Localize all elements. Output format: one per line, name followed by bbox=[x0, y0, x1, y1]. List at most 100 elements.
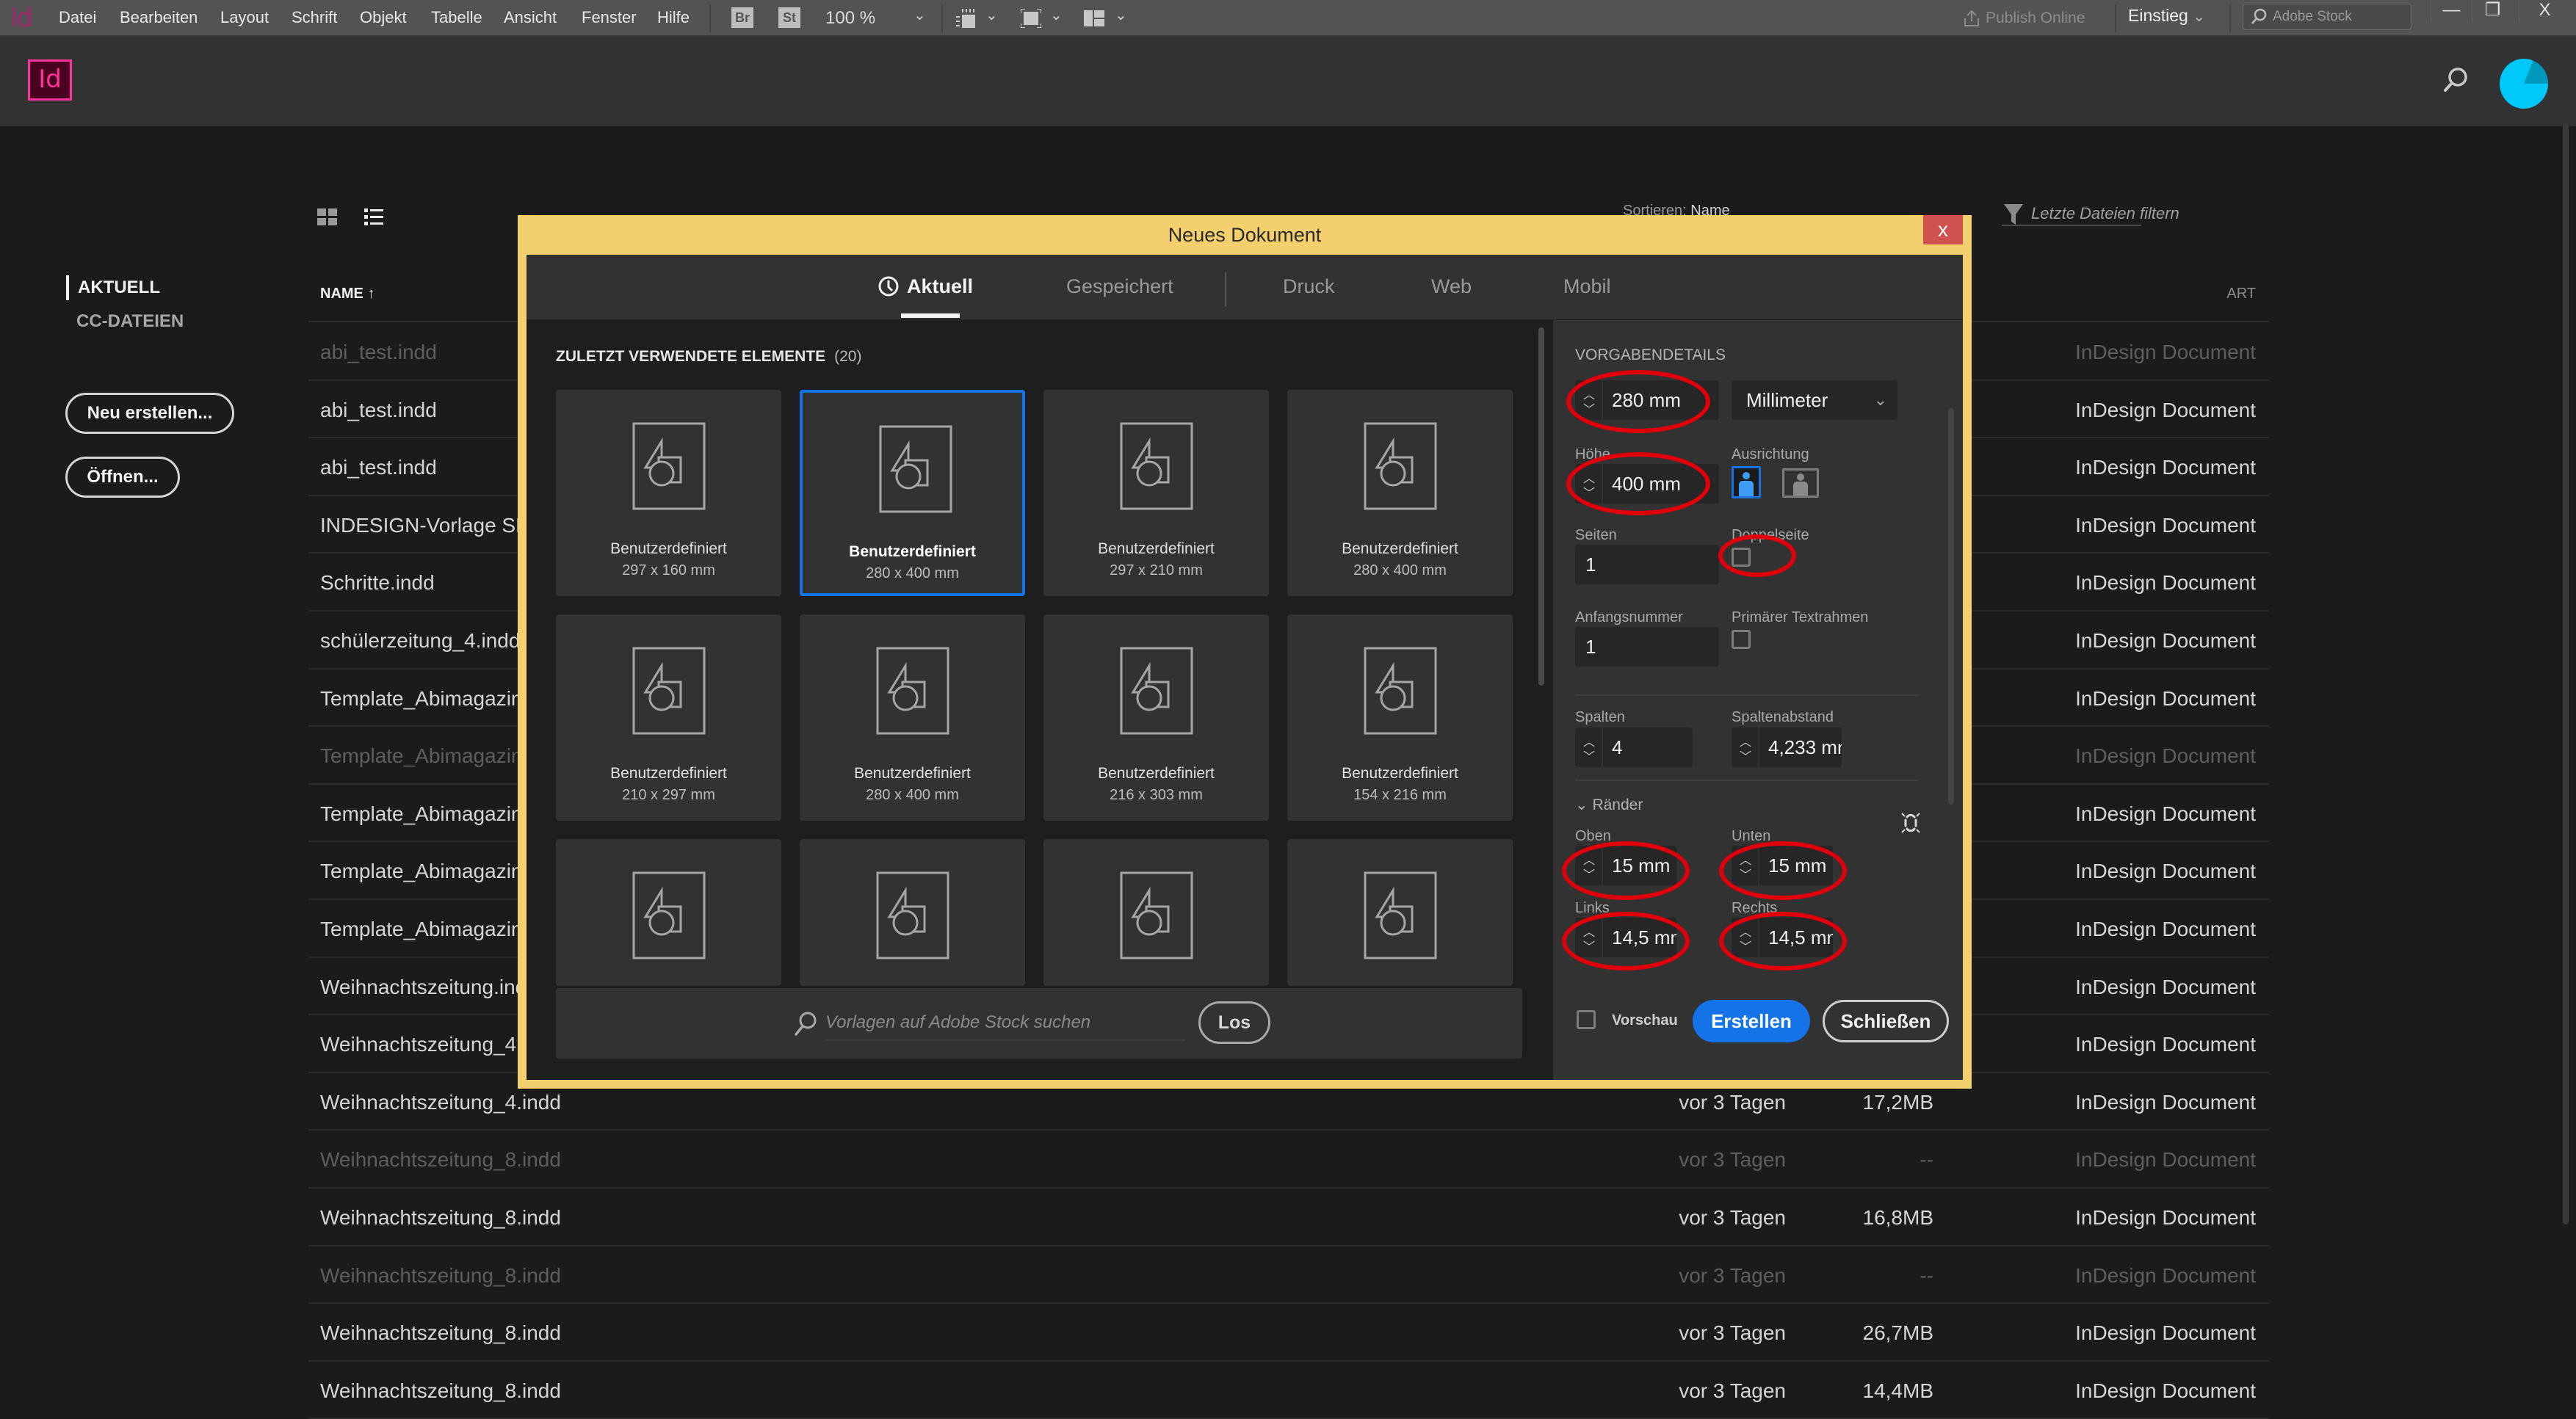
file-row[interactable]: Weihnachtszeitung_8.indd vor 3 Tagen -- InD… bbox=[308, 1246, 2269, 1304]
margin-bottom-stepper-arrows[interactable]: ︿ ﹀ bbox=[1732, 846, 1759, 885]
width-input[interactable] bbox=[1603, 380, 1719, 420]
unit-dropdown[interactable]: Millimeter ⌄ bbox=[1732, 380, 1897, 420]
screen-mode-chevron-icon[interactable]: ⌄ bbox=[1050, 6, 1063, 24]
menu-fenster[interactable]: Fenster bbox=[582, 8, 637, 27]
arrange-chevron-icon[interactable]: ⌄ bbox=[1115, 6, 1127, 24]
search-icon[interactable] bbox=[2438, 63, 2473, 98]
column-header-name[interactable]: NAME ↑ bbox=[320, 286, 375, 302]
view-options-chevron-icon[interactable]: ⌄ bbox=[985, 6, 998, 24]
columns-input[interactable] bbox=[1603, 727, 1693, 767]
nav-aktuell[interactable]: AKTUELL bbox=[66, 275, 160, 300]
gutter-stepper-arrows[interactable]: ︿ ﹀ bbox=[1732, 727, 1759, 767]
create-button[interactable]: Erstellen bbox=[1693, 1000, 1810, 1042]
width-field[interactable]: ︿ ﹀ bbox=[1575, 380, 1719, 420]
preset-card[interactable]: Benutzerdefiniert 210 x 297 mm bbox=[556, 614, 781, 821]
restore-button[interactable]: ❐ bbox=[2472, 0, 2513, 22]
facing-pages-checkbox[interactable] bbox=[1732, 548, 1751, 567]
close-dialog-button[interactable]: Schließen bbox=[1823, 1000, 1949, 1042]
margin-left-stepper-arrows[interactable]: ︿ ﹀ bbox=[1575, 918, 1603, 957]
tab-web[interactable]: Web bbox=[1431, 275, 1472, 298]
dialog-close-button[interactable]: x bbox=[1923, 215, 1963, 244]
menu-hilfe[interactable]: Hilfe bbox=[657, 8, 690, 27]
open-document-button[interactable]: Öffnen... bbox=[65, 457, 180, 498]
arrange-documents-icon[interactable] bbox=[1084, 9, 1104, 28]
list-view-icon[interactable] bbox=[364, 207, 385, 228]
margin-right-input[interactable] bbox=[1759, 918, 1833, 957]
file-row[interactable]: Weihnachtszeitung_8.indd vor 3 Tagen 26,7M… bbox=[308, 1304, 2269, 1362]
filter-recent-files[interactable]: Letzte Dateien filtern bbox=[2002, 200, 2179, 226]
menu-layout[interactable]: Layout bbox=[220, 8, 269, 27]
bridge-button[interactable]: Br bbox=[731, 7, 753, 28]
close-window-button[interactable]: X bbox=[2519, 0, 2570, 22]
screen-mode-icon[interactable] bbox=[1021, 9, 1041, 28]
file-row[interactable]: Weihnachtszeitung_8.indd vor 3 Tagen 16,8M… bbox=[308, 1188, 2269, 1246]
preset-card[interactable] bbox=[556, 839, 781, 986]
height-input[interactable] bbox=[1603, 464, 1719, 504]
preview-checkbox[interactable] bbox=[1577, 1010, 1596, 1029]
grid-view-icon[interactable] bbox=[317, 208, 338, 226]
pages-input[interactable] bbox=[1575, 545, 1719, 584]
stock-template-search-input[interactable] bbox=[825, 1006, 1185, 1041]
menu-tabelle[interactable]: Tabelle bbox=[431, 8, 482, 27]
margin-bottom-field[interactable]: ︿ ﹀ bbox=[1732, 846, 1833, 885]
preset-grid-scrollbar[interactable] bbox=[1538, 327, 1544, 686]
adobe-stock-search[interactable]: Adobe Stock bbox=[2243, 4, 2412, 30]
menu-bearbeiten[interactable]: Bearbeiten bbox=[120, 8, 198, 27]
menu-schrift[interactable]: Schrift bbox=[292, 8, 337, 27]
height-field[interactable]: ︿ ﹀ bbox=[1575, 464, 1719, 504]
preset-card[interactable]: Benutzerdefiniert 280 x 400 mm bbox=[1287, 390, 1513, 596]
tab-gespeichert[interactable]: Gespeichert bbox=[1066, 275, 1173, 298]
menu-datei[interactable]: Datei bbox=[59, 8, 96, 27]
tab-aktuell[interactable]: Aktuell bbox=[907, 275, 973, 298]
margin-top-field[interactable]: ︿ ﹀ bbox=[1575, 846, 1676, 885]
menu-ansicht[interactable]: Ansicht bbox=[504, 8, 557, 27]
publish-online-button[interactable]: Publish Online bbox=[1953, 4, 2095, 32]
stock-button[interactable]: St bbox=[778, 7, 800, 28]
margin-right-field[interactable]: ︿ ﹀ bbox=[1732, 918, 1833, 957]
primary-text-frame-checkbox[interactable] bbox=[1732, 630, 1751, 649]
details-scrollbar[interactable] bbox=[1948, 408, 1954, 805]
width-stepper-arrows[interactable]: ︿ ﹀ bbox=[1575, 380, 1603, 420]
height-stepper-arrows[interactable]: ︿ ﹀ bbox=[1575, 464, 1603, 504]
margin-right-stepper-arrows[interactable]: ︿ ﹀ bbox=[1732, 918, 1759, 957]
unlink-margins-icon[interactable] bbox=[1900, 811, 1922, 835]
preset-card[interactable]: Benutzerdefiniert 216 x 303 mm bbox=[1043, 614, 1269, 821]
landscape-orientation-button[interactable] bbox=[1782, 468, 1819, 498]
user-avatar[interactable] bbox=[2500, 59, 2548, 109]
gutter-field[interactable]: ︿ ﹀ bbox=[1732, 727, 1842, 767]
preset-card[interactable] bbox=[1043, 839, 1269, 986]
page-scrollbar[interactable] bbox=[2563, 123, 2569, 1224]
margin-top-stepper-arrows[interactable]: ︿ ﹀ bbox=[1575, 846, 1603, 885]
margin-top-input[interactable] bbox=[1603, 846, 1676, 885]
tab-druck[interactable]: Druck bbox=[1283, 275, 1335, 298]
preset-card[interactable] bbox=[800, 839, 1025, 986]
preset-card[interactable]: Benutzerdefiniert 280 x 400 mm bbox=[800, 614, 1025, 821]
margin-left-field[interactable]: ︿ ﹀ bbox=[1575, 918, 1676, 957]
margins-section-toggle[interactable]: ⌄ Ränder bbox=[1575, 796, 1643, 814]
file-row[interactable]: Weihnachtszeitung_8.indd vor 3 Tagen -- InD… bbox=[308, 1131, 2269, 1188]
workspace-switcher[interactable]: Einstieg ⌄ bbox=[2128, 6, 2205, 26]
zoom-chevron-icon[interactable]: ⌄ bbox=[913, 6, 926, 24]
tab-mobil[interactable]: Mobil bbox=[1563, 275, 1611, 298]
gutter-input[interactable] bbox=[1759, 727, 1842, 767]
preset-card[interactable]: Benutzerdefiniert 154 x 216 mm bbox=[1287, 614, 1513, 821]
minimize-button[interactable]: — bbox=[2431, 0, 2472, 22]
preset-card[interactable]: Benutzerdefiniert 280 x 400 mm bbox=[800, 390, 1025, 596]
view-options-icon[interactable] bbox=[956, 9, 977, 28]
preset-card[interactable]: Benutzerdefiniert 297 x 210 mm bbox=[1043, 390, 1269, 596]
zoom-level[interactable]: 100 % bbox=[825, 8, 875, 29]
preset-card[interactable]: Benutzerdefiniert 297 x 160 mm bbox=[556, 390, 781, 596]
file-row[interactable]: Weihnachtszeitung_8.indd vor 3 Tagen 14,4M… bbox=[308, 1362, 2269, 1419]
preset-card[interactable] bbox=[1287, 839, 1513, 986]
menu-objekt[interactable]: Objekt bbox=[360, 8, 407, 27]
margin-left-input[interactable] bbox=[1603, 918, 1676, 957]
margin-bottom-input[interactable] bbox=[1759, 846, 1833, 885]
new-document-button[interactable]: Neu erstellen... bbox=[65, 393, 234, 434]
search-go-button[interactable]: Los bbox=[1198, 1001, 1270, 1044]
portrait-orientation-button[interactable] bbox=[1732, 466, 1761, 498]
column-header-art[interactable]: ART bbox=[2196, 286, 2256, 302]
start-page-input[interactable] bbox=[1575, 627, 1719, 667]
columns-stepper-arrows[interactable]: ︿ ﹀ bbox=[1575, 727, 1603, 767]
nav-cc-dateien[interactable]: CC-DATEIEN bbox=[76, 311, 184, 332]
columns-field[interactable]: ︿ ﹀ bbox=[1575, 727, 1693, 767]
